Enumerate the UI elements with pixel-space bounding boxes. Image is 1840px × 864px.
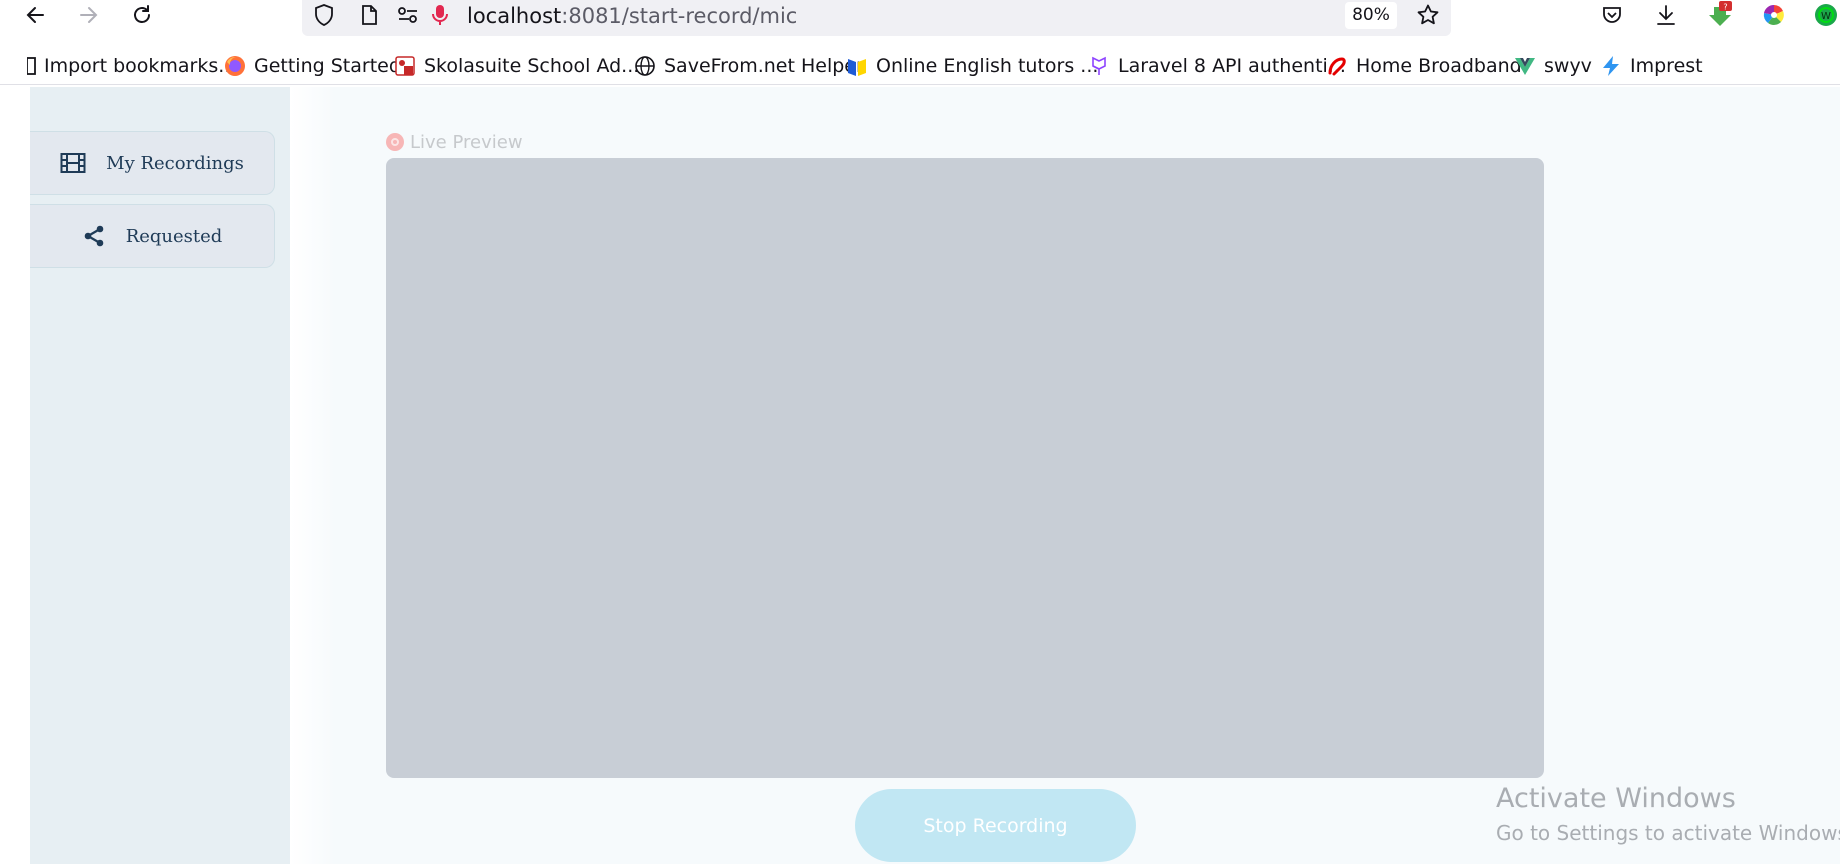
live-preview-heading: Live Preview [386,130,523,154]
url-path: :8081/start-record/mic [561,4,798,28]
green-extension-icon[interactable]: W [1812,0,1840,30]
back-icon[interactable] [22,0,50,30]
share-icon [82,224,106,248]
svg-text:?: ? [1723,3,1727,12]
bookmarks-bar: Import bookmarks... Getting Started Skol… [0,47,1840,85]
bookmark-label: swyv [1544,55,1592,77]
import-icon [26,55,38,77]
bookmark-imprest[interactable]: Imprest [1600,52,1703,80]
sidebar-item-label: Requested [125,225,223,247]
record-dot-icon [386,133,404,151]
bookmark-english-tutors[interactable]: Online English tutors ... [846,52,1098,80]
star-icon[interactable] [1414,0,1442,30]
vue-icon [1514,55,1536,77]
bookmark-label: Import bookmarks... [44,55,237,77]
microphone-icon[interactable] [426,0,454,30]
film-icon [60,152,86,174]
extension-download-icon[interactable]: ? [1706,0,1734,30]
bookmark-label: Home Broadband [1356,55,1522,77]
bookmark-label: Skolasuite School Ad... [424,55,640,77]
pocket-icon[interactable] [1598,0,1626,30]
bookmark-home-broadband[interactable]: Home Broadband [1326,52,1522,80]
globe-icon [634,55,656,77]
live-preview-video [386,158,1544,778]
sidebar: My Recordings Requested [30,87,290,864]
bookmark-label: Laravel 8 API authenti... [1118,55,1346,77]
shield-icon[interactable] [310,0,338,30]
bolt-icon [1600,55,1622,77]
page-icon[interactable] [355,0,383,30]
bookmark-skolasuite[interactable]: Skolasuite School Ad... [394,52,639,80]
laravel-icon [1088,55,1110,77]
permissions-icon[interactable] [394,0,422,30]
windows-activation-watermark: Activate Windows Go to Settings to activ… [1496,781,1840,848]
download-icon[interactable] [1652,0,1680,30]
airtel-icon [1326,55,1348,77]
bookmark-import[interactable]: Import bookmarks... [26,52,236,80]
bookmark-getting-started[interactable]: Getting Started [224,52,401,80]
bookmark-label: Getting Started [254,55,401,77]
watermark-subtitle: Go to Settings to activate Windows. [1496,821,1840,845]
forward-icon[interactable] [74,0,102,30]
bookmark-label: SaveFrom.net Helper [664,55,864,77]
url-text[interactable]: localhost:8081/start-record/mic [467,3,797,29]
sidebar-item-requested[interactable]: Requested [30,204,275,268]
live-preview-label: Live Preview [410,131,523,153]
bookmark-savefrom[interactable]: SaveFrom.net Helper [634,52,864,80]
firefox-icon [224,55,246,77]
reload-icon[interactable] [128,0,156,30]
bookmark-swyv[interactable]: swyv [1514,52,1592,80]
bookmark-label: Imprest [1630,55,1703,77]
watermark-title: Activate Windows [1496,783,1736,814]
url-host: localhost [467,4,562,28]
browser-toolbar: localhost:8081/start-record/mic 80% ? W [0,0,1840,36]
color-wheel-icon[interactable] [1760,0,1788,30]
zoom-level[interactable]: 80% [1345,2,1397,29]
bookmark-label: Online English tutors ... [876,55,1099,77]
sidebar-item-label: My Recordings [106,152,244,174]
bookmark-laravel[interactable]: Laravel 8 API authenti... [1088,52,1346,80]
tutor-icon [846,55,868,77]
page-left-edge [0,87,30,864]
page-content: My Recordings Requested Live Preview Sto… [0,87,1840,864]
skolasuite-icon [394,55,416,77]
content-gutter [290,87,336,864]
url-bar[interactable]: localhost:8081/start-record/mic 80% [302,0,1451,36]
sidebar-item-my-recordings[interactable]: My Recordings [30,131,275,195]
stop-recording-button[interactable]: Stop Recording [855,789,1136,862]
svg-text:W: W [1821,11,1831,22]
